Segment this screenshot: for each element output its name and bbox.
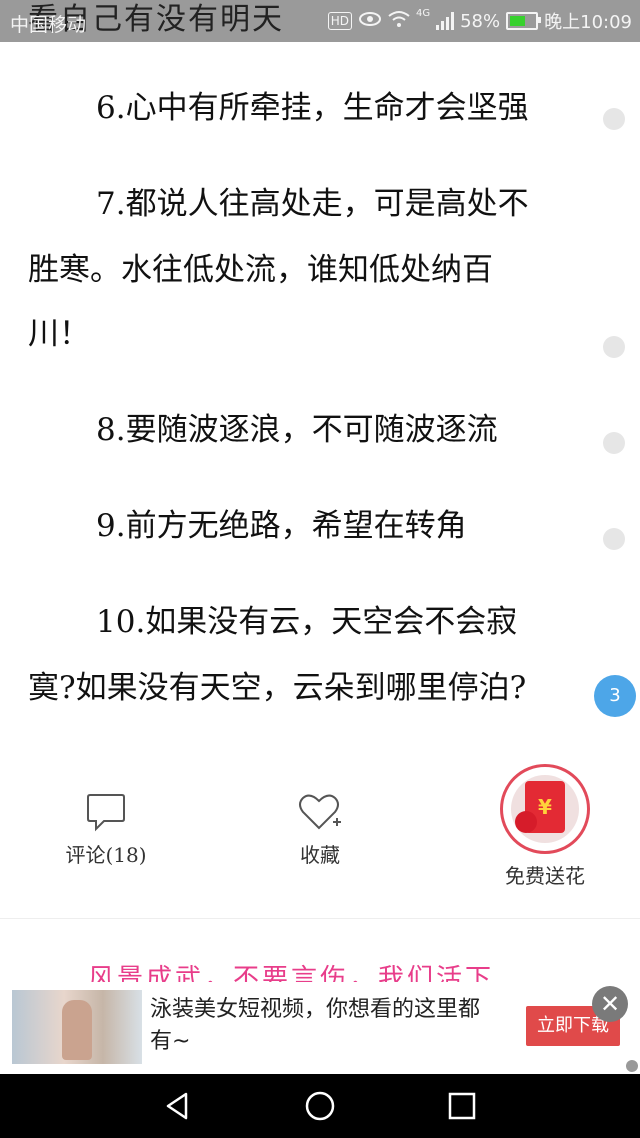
heart-plus-icon <box>297 794 343 839</box>
article-line: 8.要随波逐浪，不可随波逐流 <box>96 412 498 448</box>
article-line: 寞?如果没有天空，云朵到哪里停泊? <box>28 670 527 706</box>
rose-icon <box>515 811 537 833</box>
divider <box>0 918 640 919</box>
ad-thumbnail[interactable] <box>12 990 142 1064</box>
ad-banner[interactable]: 泳装美女短视频，你想看的这里都有~ 立即下载 <box>0 982 640 1072</box>
comment-label: 评论(18) <box>65 843 147 867</box>
paragraph-marker[interactable] <box>603 108 625 130</box>
carrier-name: 中国移动 <box>10 14 87 36</box>
paragraph-marker[interactable] <box>603 336 625 358</box>
send-flower-button[interactable]: ¥ 免费送花 <box>480 764 610 889</box>
signal-icon <box>436 12 455 30</box>
system-nav-bar <box>0 1074 640 1138</box>
article-line: 川！ <box>28 316 90 352</box>
network-type: 4G <box>415 8 431 19</box>
article-line: 胜寒。水往低处流，谁知低处纳百 <box>28 252 493 288</box>
article-line: 9.前方无绝路，希望在转角 <box>96 508 467 544</box>
ad-text[interactable]: 泳装美女短视频，你想看的这里都有~ <box>150 994 490 1058</box>
paragraph-marker[interactable] <box>603 432 625 454</box>
article-line: 6.心中有所牵挂，生命才会坚强 <box>96 90 529 126</box>
clock: 晚上10:09 <box>544 12 632 33</box>
paragraph-marker[interactable] <box>603 528 625 550</box>
status-icons: HD 4G 58% 晚上10:09 <box>327 8 632 34</box>
hd-icon: HD <box>327 12 352 30</box>
home-icon[interactable] <box>302 1088 338 1124</box>
ad-info-icon[interactable] <box>626 1060 638 1072</box>
red-packet-icon: ¥ <box>500 764 590 854</box>
article-line: 7.都说人往高处走，可是高处不 <box>96 186 529 222</box>
paragraph-comment-badge[interactable]: 3 <box>594 675 636 717</box>
back-icon[interactable] <box>160 1088 196 1124</box>
battery-percent: 58% <box>460 10 501 32</box>
wifi-icon <box>388 10 410 33</box>
status-bar: 看自己有没有明天 中国移动 HD 4G 58% 晚上10:09 <box>0 0 640 42</box>
comment-button[interactable]: 评论(18) <box>56 792 156 868</box>
battery-icon <box>506 12 542 30</box>
send-flower-label: 免费送花 <box>505 864 585 888</box>
article-line: 10.如果没有云，天空会不会寂 <box>96 604 518 640</box>
comment-icon <box>86 794 126 839</box>
ad-close-icon[interactable]: ✕ <box>592 986 628 1022</box>
recents-icon[interactable] <box>444 1088 480 1124</box>
favorite-label: 收藏 <box>300 843 340 867</box>
eye-icon <box>358 10 382 33</box>
favorite-button[interactable]: 收藏 <box>270 792 370 868</box>
